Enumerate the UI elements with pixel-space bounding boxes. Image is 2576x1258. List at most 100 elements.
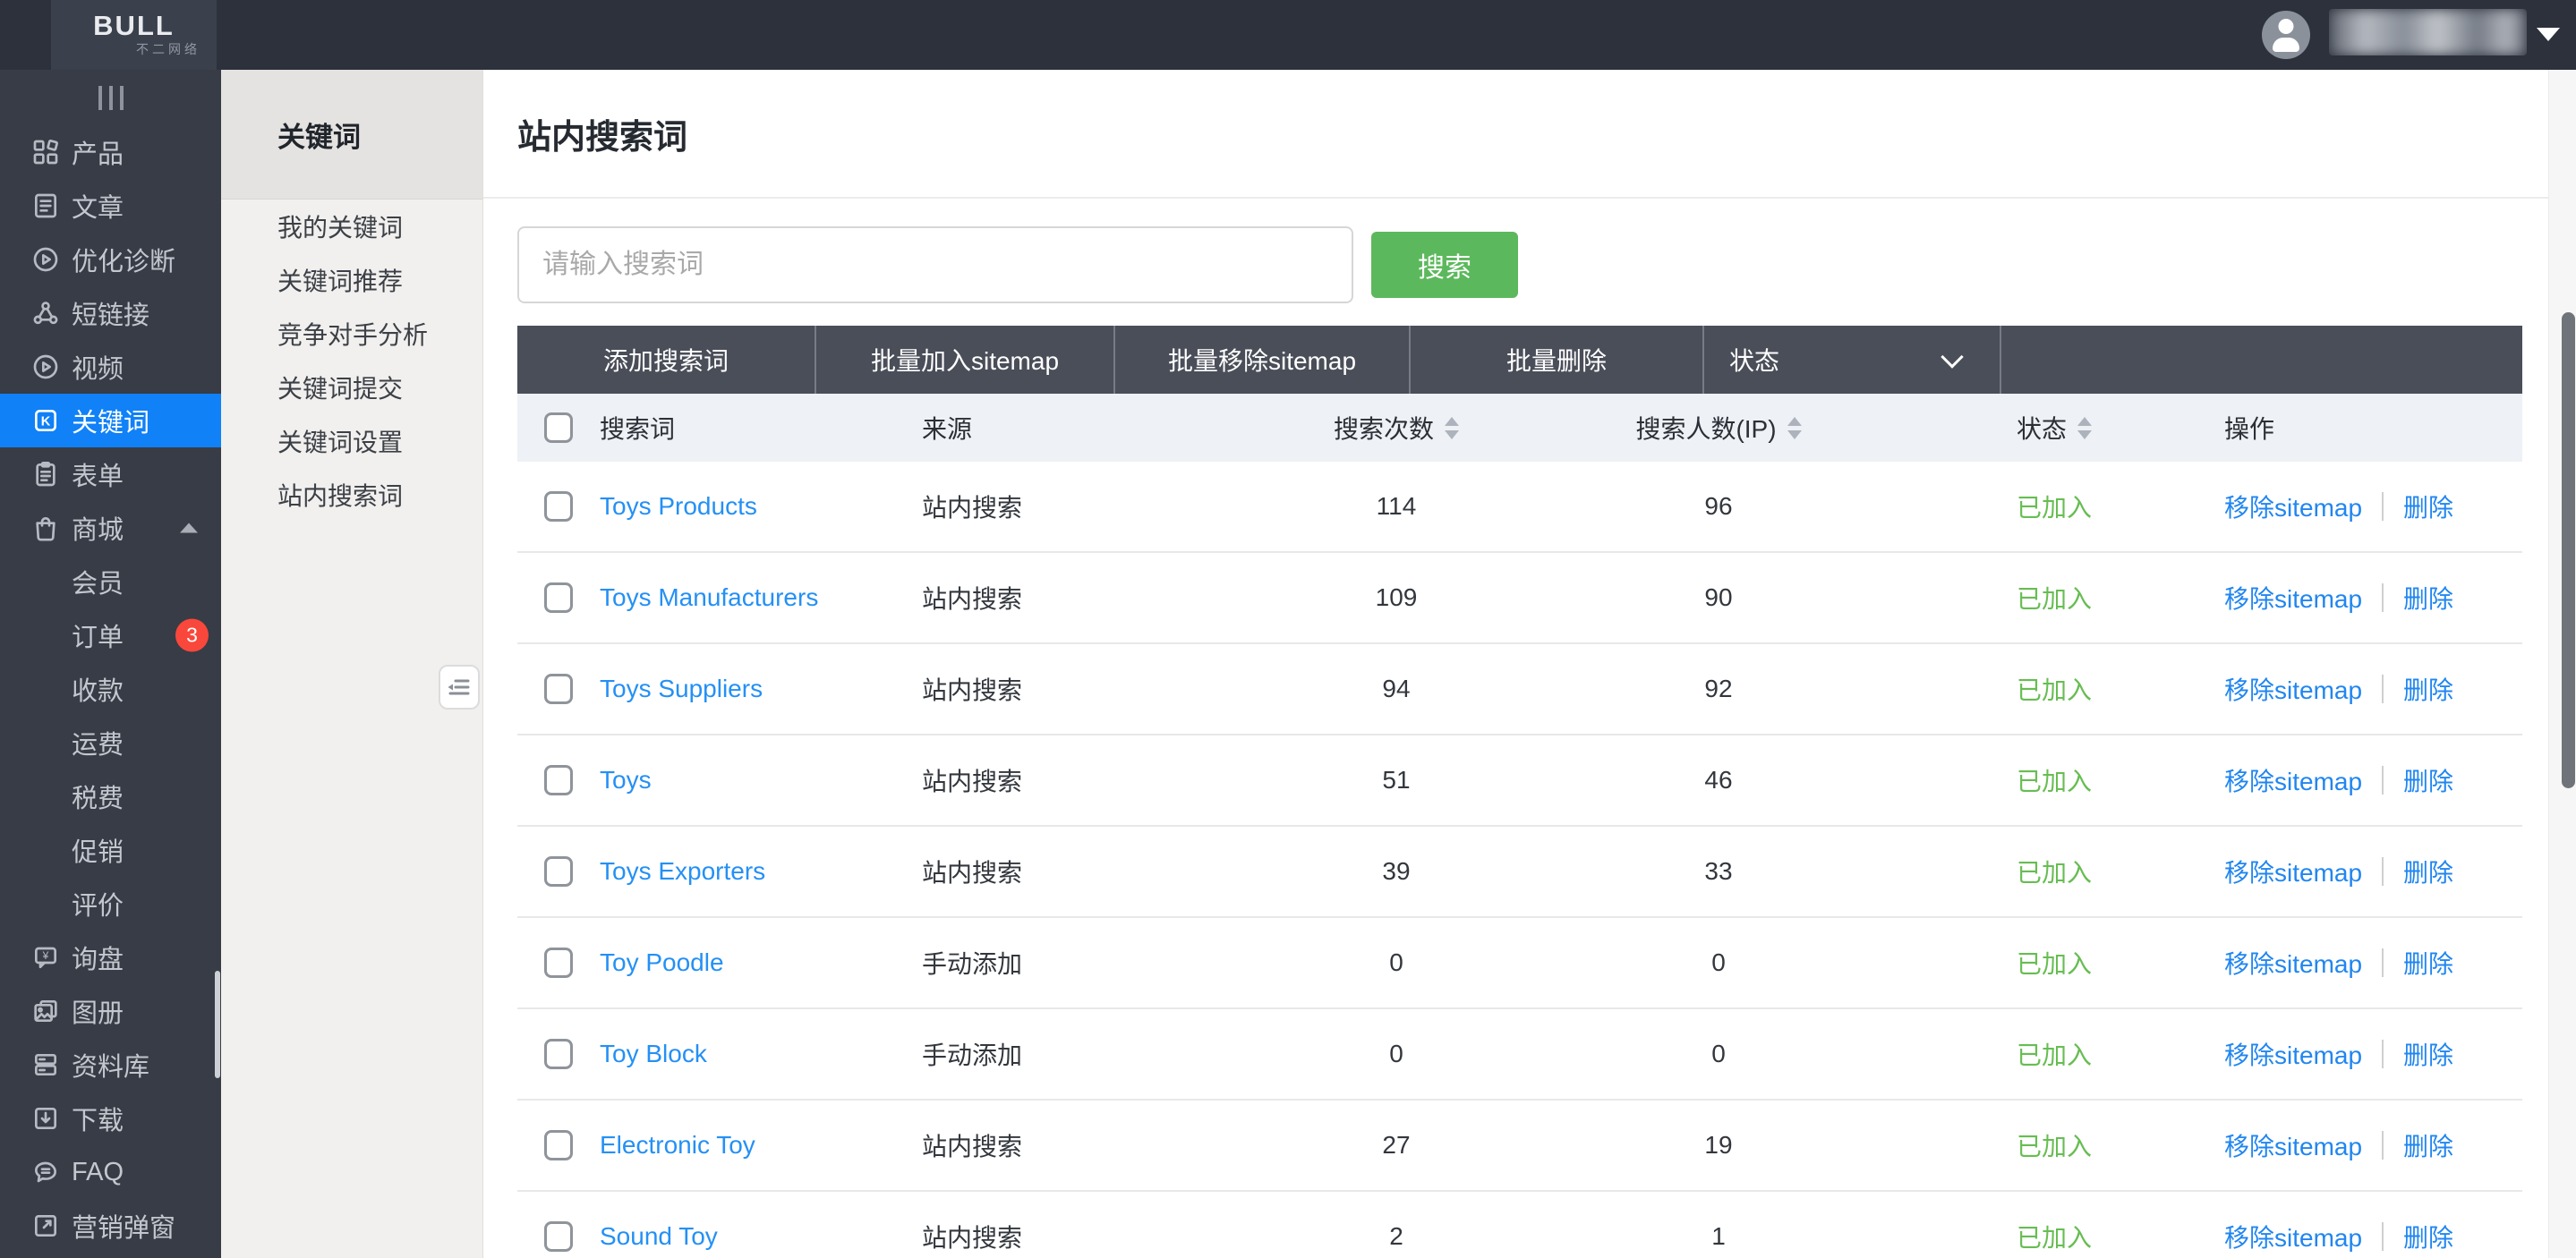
sidebar-item-products[interactable]: 产品	[0, 125, 221, 179]
keyword-link[interactable]: Toy Block	[600, 1040, 707, 1068]
sidebar-subitem-payments[interactable]: 收款	[0, 662, 221, 716]
submenu-item-keyword-settings[interactable]: 关键词设置	[221, 414, 482, 468]
remove-sitemap-link[interactable]: 移除sitemap	[2224, 854, 2362, 889]
keyword-link[interactable]: Toys Manufacturers	[600, 583, 818, 612]
row-checkbox[interactable]	[544, 582, 573, 613]
sidebar-item-faq[interactable]: FAQ	[0, 1145, 221, 1199]
sidebar-item-forms[interactable]: 表单	[0, 447, 221, 501]
sidebar-item-mall[interactable]: 商城	[0, 501, 221, 555]
sort-status-control[interactable]	[2077, 417, 2092, 439]
sidebar-item-inquiries[interactable]: ¥ 询盘	[0, 931, 221, 984]
chevron-down-icon	[1941, 345, 1963, 368]
sidebar-item-albums[interactable]: 图册	[0, 984, 221, 1038]
table-row: Toys Manufacturers 站内搜索 109 90 已加入 移除sit…	[517, 553, 2522, 644]
delete-link[interactable]: 删除	[2403, 671, 2453, 707]
bulk-delete-button[interactable]: 批量删除	[1411, 326, 1704, 394]
action-divider	[2382, 857, 2384, 886]
submenu-item-competitor-analysis[interactable]: 竞争对手分析	[221, 307, 482, 361]
delete-link[interactable]: 删除	[2403, 489, 2453, 524]
keyword-link[interactable]: Toys	[600, 766, 652, 795]
delete-link[interactable]: 删除	[2403, 854, 2453, 889]
sidebar-item-marketing-popup[interactable]: 营销弹窗	[0, 1199, 221, 1253]
bulk-add-sitemap-button[interactable]: 批量加入sitemap	[816, 326, 1115, 394]
keyword-link[interactable]: Electronic Toy	[600, 1131, 755, 1160]
select-all-checkbox[interactable]	[544, 412, 573, 443]
sidebar-item-videos[interactable]: 视频	[0, 340, 221, 394]
keyword-link[interactable]: Toys Products	[600, 492, 757, 521]
sidebar-collapse-handle[interactable]	[0, 70, 221, 125]
sidebar-subitem-shipping[interactable]: 运费	[0, 716, 221, 769]
sidebar-item-articles[interactable]: 文章	[0, 179, 221, 233]
count-cell: 109	[1376, 583, 1418, 612]
sidebar-subitem-members[interactable]: 会员	[0, 555, 221, 608]
count-cell: 2	[1389, 1222, 1403, 1251]
bulk-remove-sitemap-button[interactable]: 批量移除sitemap	[1115, 326, 1411, 394]
sidebar-subitem-tax[interactable]: 税费	[0, 769, 221, 823]
faq-chat-icon	[31, 1158, 60, 1186]
sidebar-subitem-promotions[interactable]: 促销	[0, 823, 221, 877]
search-input[interactable]	[517, 226, 1353, 303]
delete-link[interactable]: 删除	[2403, 580, 2453, 616]
remove-sitemap-link[interactable]: 移除sitemap	[2224, 1219, 2362, 1254]
row-checkbox[interactable]	[544, 856, 573, 887]
table-row: Sound Toy 站内搜索 2 1 已加入 移除sitemap 删除	[517, 1192, 2522, 1258]
action-divider	[2382, 1040, 2384, 1068]
remove-sitemap-link[interactable]: 移除sitemap	[2224, 945, 2362, 981]
delete-link[interactable]: 删除	[2403, 1036, 2453, 1072]
row-checkbox[interactable]	[544, 765, 573, 795]
submenu-item-keyword-suggestions[interactable]: 关键词推荐	[221, 253, 482, 307]
remove-sitemap-link[interactable]: 移除sitemap	[2224, 1127, 2362, 1163]
user-name-redacted[interactable]	[2329, 9, 2527, 55]
submenu-collapse-button[interactable]	[439, 665, 480, 710]
row-checkbox[interactable]	[544, 948, 573, 978]
sort-count-control[interactable]	[1445, 417, 1459, 439]
delete-link[interactable]: 删除	[2403, 1219, 2453, 1254]
ip-cell: 46	[1704, 766, 1732, 795]
remove-sitemap-link[interactable]: 移除sitemap	[2224, 580, 2362, 616]
window-scrollbar-track[interactable]	[2548, 70, 2576, 1258]
ip-cell: 19	[1704, 1131, 1732, 1160]
keyword-link[interactable]: Toys Suppliers	[600, 675, 763, 703]
submenu-item-site-search-terms[interactable]: 站内搜索词	[221, 468, 482, 522]
sidebar-item-keywords[interactable]: K 关键词	[0, 394, 221, 447]
sidebar-item-downloads[interactable]: 下载	[0, 1092, 221, 1145]
row-checkbox[interactable]	[544, 1221, 573, 1252]
remove-sitemap-link[interactable]: 移除sitemap	[2224, 762, 2362, 798]
row-checkbox[interactable]	[544, 1130, 573, 1160]
sort-ip-control[interactable]	[1787, 417, 1802, 439]
remove-sitemap-link[interactable]: 移除sitemap	[2224, 1036, 2362, 1072]
sidebar-subitem-orders[interactable]: 订单 3	[0, 608, 221, 662]
keyword-link[interactable]: Toy Poodle	[600, 948, 724, 977]
user-avatar[interactable]	[2262, 11, 2310, 59]
status-filter-dropdown[interactable]: 状态	[1704, 326, 2001, 394]
row-checkbox[interactable]	[544, 674, 573, 704]
window-scrollbar-thumb[interactable]	[2562, 312, 2575, 788]
delete-link[interactable]: 删除	[2403, 762, 2453, 798]
delete-link[interactable]: 删除	[2403, 945, 2453, 981]
status-cell: 已加入	[2017, 580, 2092, 616]
submenu-item-my-keywords[interactable]: 我的关键词	[221, 200, 482, 253]
sidebar-item-optimization[interactable]: 优化诊断	[0, 233, 221, 286]
remove-sitemap-link[interactable]: 移除sitemap	[2224, 671, 2362, 707]
status-cell: 已加入	[2017, 945, 2092, 981]
sidebar-item-library[interactable]: 资料库	[0, 1038, 221, 1092]
sidebar-subitem-reviews[interactable]: 评价	[0, 877, 221, 931]
ip-cell: 92	[1704, 675, 1732, 703]
search-button[interactable]: 搜索	[1371, 232, 1518, 298]
count-cell: 0	[1389, 1040, 1403, 1068]
remove-sitemap-link[interactable]: 移除sitemap	[2224, 489, 2362, 524]
keyword-link[interactable]: Toys Exporters	[600, 857, 765, 886]
submenu-item-keyword-submission[interactable]: 关键词提交	[221, 361, 482, 414]
count-cell: 0	[1389, 948, 1403, 977]
table-row: Toy Block 手动添加 0 0 已加入 移除sitemap 删除	[517, 1009, 2522, 1101]
sidebar-scrollbar-thumb[interactable]	[215, 971, 220, 1078]
row-checkbox[interactable]	[544, 491, 573, 522]
delete-link[interactable]: 删除	[2403, 1127, 2453, 1163]
sidebar-item-shortlinks[interactable]: 短链接	[0, 286, 221, 340]
add-search-term-button[interactable]: 添加搜索词	[517, 326, 816, 394]
sidebar-item-label: 优化诊断	[0, 241, 175, 278]
keyword-link[interactable]: Sound Toy	[600, 1222, 718, 1251]
user-menu-caret-icon[interactable]	[2537, 28, 2560, 41]
row-checkbox[interactable]	[544, 1039, 573, 1069]
table-row: Toys Suppliers 站内搜索 94 92 已加入 移除sitemap …	[517, 644, 2522, 735]
